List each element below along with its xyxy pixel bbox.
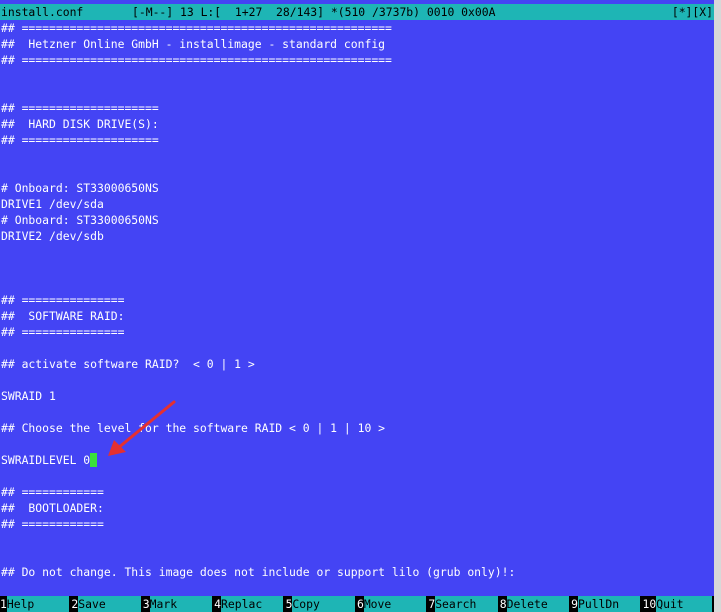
fkey-label: Mark: [149, 596, 213, 612]
fkey-search-button[interactable]: 7Search: [428, 596, 499, 612]
editor-line-text: ## Choose the level for the software RAI…: [1, 421, 386, 435]
editor-line[interactable]: # Onboard: ST33000650NS: [1, 212, 159, 228]
fkey-label: Move: [363, 596, 427, 612]
editor-line[interactable]: DRIVE2 /dev/sdb: [1, 228, 104, 244]
fkey-label: Save: [78, 596, 141, 612]
editor-line[interactable]: ## Do not change. This image does not in…: [1, 564, 515, 580]
editor-line-text: ## HARD DISK DRIVE(S):: [1, 117, 159, 131]
fkey-number: 5: [285, 597, 293, 611]
editor-line[interactable]: ## ============: [1, 484, 104, 500]
editor-line[interactable]: ## ===============: [1, 324, 124, 340]
fkey-number: 1: [0, 597, 7, 611]
fkey-label: Help: [6, 596, 70, 612]
fkey-label: Search: [435, 596, 498, 612]
fkey-quit-button[interactable]: 10Quit: [642, 596, 714, 612]
editor-text-area[interactable]: ## =====================================…: [0, 20, 714, 595]
editor-line-text: ## activate software RAID? < 0 | 1 >: [1, 357, 255, 371]
function-key-bar: 1Help 2Save 3Mark 4Replac 5Copy 6Move 7Search 8…: [0, 596, 714, 612]
editor-line[interactable]: DRIVE1 /dev/sda: [1, 196, 104, 212]
editor-line-text: DRIVE1 /dev/sda: [1, 197, 104, 211]
fkey-label: Replac: [221, 596, 284, 612]
editor-line-text: ## =====================================…: [1, 21, 392, 35]
editor-line-text: ## ============: [1, 517, 104, 531]
editor-line[interactable]: ## ============: [1, 516, 104, 532]
fkey-pulldn-button[interactable]: 9PullDn: [571, 596, 642, 612]
editor-line[interactable]: ## =====================================…: [1, 20, 392, 36]
editor-line[interactable]: # Onboard: ST33000650NS: [1, 180, 159, 196]
editor-line[interactable]: ## ====================: [1, 100, 159, 116]
fkey-number: 9: [571, 597, 578, 611]
fkey-replac-button[interactable]: 4Replac: [214, 596, 285, 612]
editor-line-text: SWRAIDLEVEL 0: [1, 453, 91, 467]
editor-line[interactable]: ## HARD DISK DRIVE(S):: [1, 116, 159, 132]
editor-line[interactable]: ## ===============: [1, 292, 124, 308]
editor-line-text: ## ====================: [1, 133, 159, 147]
status-bar: install.conf [-M--] 13 L:[ 1+27 28/143] …: [0, 4, 714, 20]
fkey-number: 10: [642, 597, 657, 611]
editor-line[interactable]: ## activate software RAID? < 0 | 1 >: [1, 356, 255, 372]
editor-line[interactable]: ## =====================================…: [1, 52, 392, 68]
editor-line[interactable]: ## Choose the level for the software RAI…: [1, 420, 385, 436]
terminal-window: install.conf [-M--] 13 L:[ 1+27 28/143] …: [0, 0, 721, 612]
editor-line-text: ## ===============: [1, 293, 125, 307]
editor-line[interactable]: ## ====================: [1, 132, 159, 148]
editor-line[interactable]: SWRAID 1: [1, 388, 56, 404]
fkey-label: Quit: [656, 596, 712, 612]
fkey-number: 8: [499, 597, 507, 611]
editor-line-text: ## =====================================…: [1, 53, 392, 67]
fkey-number: 3: [142, 597, 150, 611]
scrollbar[interactable]: [714, 0, 721, 612]
fkey-label: Copy: [292, 596, 355, 612]
fkey-save-button[interactable]: 2Save: [71, 596, 142, 612]
editor-line-text: DRIVE2 /dev/sdb: [1, 229, 104, 243]
fkey-number: 2: [71, 597, 79, 611]
editor-line-text: ## BOOTLOADER:: [1, 501, 104, 515]
fkey-mark-button[interactable]: 3Mark: [142, 596, 214, 612]
fkey-label: Delete: [506, 596, 569, 612]
fkey-number: 4: [214, 597, 222, 611]
fkey-label: PullDn: [577, 596, 641, 612]
fkey-move-button[interactable]: 6Move: [356, 596, 428, 612]
editor-line[interactable]: ## BOOTLOADER:: [1, 500, 104, 516]
editor-line-text: # Onboard: ST33000650NS: [1, 213, 159, 227]
status-flags[interactable]: [*][X]: [672, 4, 713, 20]
fkey-help-button[interactable]: 1Help: [0, 596, 71, 612]
red-arrow-icon: [108, 400, 176, 456]
editor-line-text: ## Hetzner Online GmbH - installimage - …: [1, 37, 386, 51]
text-cursor: [90, 453, 98, 467]
editor-line[interactable]: ## SOFTWARE RAID:: [1, 308, 124, 324]
editor-line[interactable]: ## Hetzner Online GmbH - installimage - …: [1, 36, 385, 52]
editor-line-text: ## ============: [1, 485, 104, 499]
status-info: [-M--] 13 L:[ 1+27 28/143] *(510 /3737b)…: [132, 5, 496, 19]
editor-line-text: ## SOFTWARE RAID:: [1, 309, 125, 323]
fkey-delete-button[interactable]: 8Delete: [499, 596, 571, 612]
status-filename: install.conf: [1, 5, 84, 19]
fkey-copy-button[interactable]: 5Copy: [285, 596, 357, 612]
editor-line-text: ## Do not change. This image does not in…: [1, 565, 516, 579]
editor-line-text: SWRAID 1: [1, 389, 56, 403]
editor-line-text: ## ====================: [1, 101, 159, 115]
editor-line[interactable]: SWRAIDLEVEL 0: [1, 452, 98, 468]
fkey-number: 6: [356, 597, 364, 611]
editor-line-text: ## ===============: [1, 325, 125, 339]
fkey-number: 7: [428, 597, 436, 611]
editor-line-text: # Onboard: ST33000650NS: [1, 181, 159, 195]
